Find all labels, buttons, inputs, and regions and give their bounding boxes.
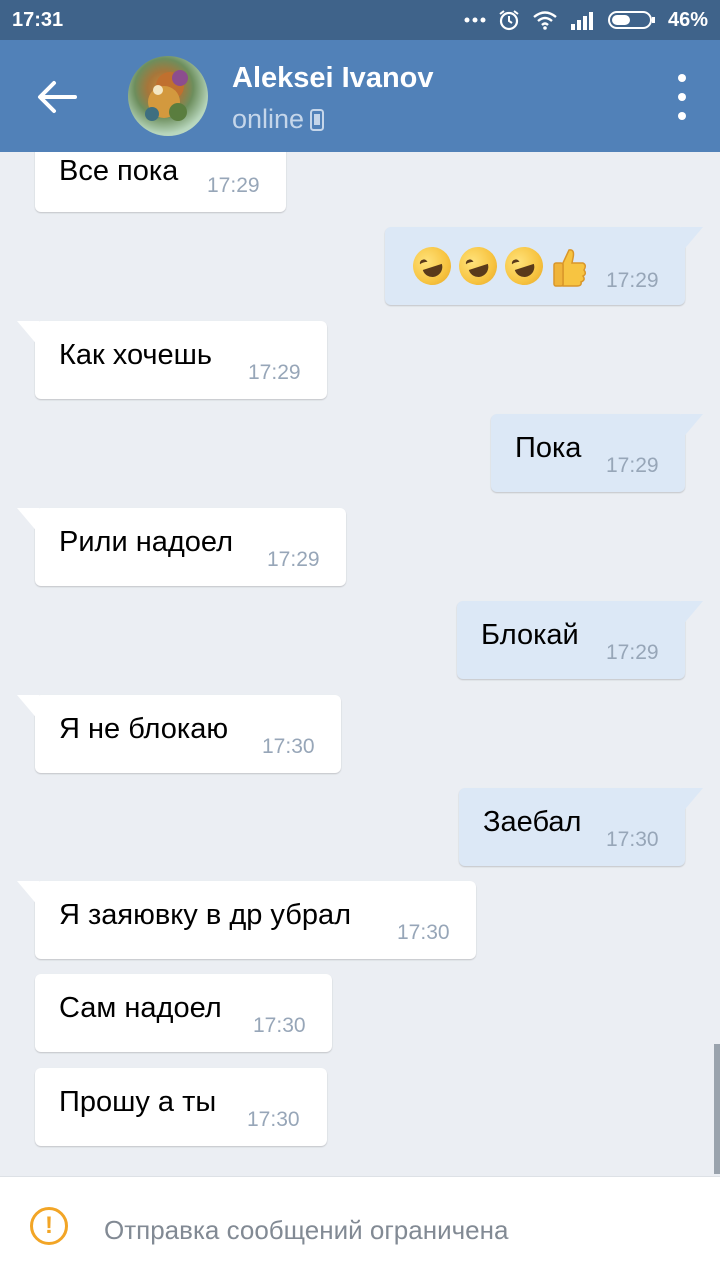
outgoing-message[interactable]: Заебал 17:30: [459, 788, 703, 866]
mobile-phone-icon: [310, 108, 325, 131]
bubble-tail: [681, 601, 703, 627]
bubble-tail: [681, 788, 703, 814]
more-options-button[interactable]: [672, 74, 692, 120]
wifi-icon: [532, 10, 558, 30]
message-time: 17:29: [606, 269, 659, 292]
message-time: 17:30: [253, 1014, 306, 1037]
bubble-tail: [17, 695, 39, 721]
message-text: Блокай: [481, 619, 579, 651]
message-time: 17:29: [606, 641, 659, 664]
menu-dot: [678, 74, 686, 82]
incoming-message[interactable]: Рили надоел 17:29: [17, 508, 346, 586]
message-text: Прошу а ты: [59, 1086, 217, 1118]
contact-status-text: online: [232, 104, 305, 134]
message-text: Пока: [515, 432, 582, 464]
message-text: Как хочешь: [59, 339, 213, 371]
status-icons: 46%: [464, 9, 708, 32]
status-bar: 17:31 46%: [0, 0, 720, 40]
alarm-icon: [498, 9, 520, 31]
incoming-message[interactable]: Прошу а ты 17:30: [35, 1068, 327, 1146]
rolling-laughing-emoji-icon: [408, 242, 456, 290]
send-restricted-text: Отправка сообщений ограничена: [104, 1215, 509, 1245]
message-text: Заебал: [483, 806, 582, 838]
message-text: Я заяювку в др убрал: [59, 899, 352, 931]
battery-percent: 46%: [667, 8, 708, 31]
outgoing-message[interactable]: Блокай 17:29: [457, 601, 703, 679]
message-time: 17:29: [248, 361, 301, 384]
outgoing-message[interactable]: 17:29: [385, 227, 703, 305]
send-restricted-bar: ! Отправка сообщений ограничена: [0, 1176, 720, 1281]
back-button[interactable]: [30, 70, 84, 124]
menu-dot: [678, 93, 686, 101]
rolling-laughing-emoji-icon: [454, 242, 502, 290]
message-text: Я не блокаю: [59, 713, 229, 745]
contact-status: online: [232, 104, 325, 135]
more-dots-icon: [464, 17, 486, 23]
warning-icon: !: [30, 1207, 68, 1245]
battery-icon: [607, 10, 656, 30]
thumbs-up-emoji-icon: [551, 247, 587, 287]
bubble-tail: [681, 414, 703, 440]
emoji-row: [408, 242, 587, 290]
chat-header: Aleksei Ivanov online: [0, 40, 720, 152]
menu-dot: [678, 112, 686, 120]
message-list[interactable]: Все пока 17:29 17:29 Как хочешь 17:29 По…: [0, 152, 720, 1176]
incoming-message[interactable]: Как хочешь 17:29: [17, 321, 327, 399]
bubble-tail: [17, 321, 39, 347]
message-text: Рили надоел: [59, 526, 233, 558]
message-time: 17:30: [397, 921, 450, 944]
message-time: 17:29: [207, 174, 260, 197]
avatar[interactable]: [128, 56, 208, 136]
contact-name[interactable]: Aleksei Ivanov: [232, 62, 434, 95]
message-time: 17:29: [606, 454, 659, 477]
outgoing-message[interactable]: Пока 17:29: [491, 414, 703, 492]
message-time: 17:30: [247, 1108, 300, 1131]
message-time: 17:29: [267, 548, 320, 571]
bubble-tail: [681, 227, 703, 253]
incoming-message[interactable]: Все пока 17:29: [35, 152, 286, 212]
scrollbar[interactable]: [714, 1044, 720, 1174]
incoming-message[interactable]: Я заяювку в др убрал 17:30: [17, 881, 476, 959]
message-time: 17:30: [262, 735, 315, 758]
message-text: Все пока: [59, 155, 179, 187]
signal-icon: [570, 10, 596, 30]
back-arrow-icon: [38, 81, 77, 113]
rolling-laughing-emoji-icon: [500, 242, 548, 290]
message-text: Сам надоел: [59, 992, 222, 1024]
message-time: 17:30: [606, 828, 659, 851]
bubble-tail: [17, 508, 39, 534]
incoming-message[interactable]: Сам надоел 17:30: [35, 974, 332, 1052]
bubble-tail: [17, 881, 39, 907]
incoming-message[interactable]: Я не блокаю 17:30: [17, 695, 341, 773]
status-time: 17:31: [12, 8, 64, 31]
